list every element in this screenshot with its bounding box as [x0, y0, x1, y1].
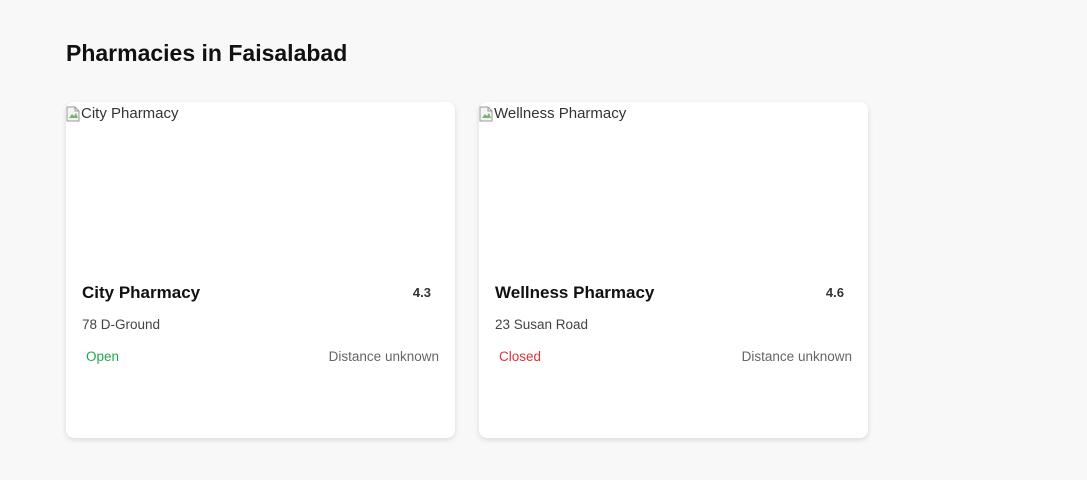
- image-alt-text: City Pharmacy: [81, 105, 179, 122]
- pharmacy-address: 78 D-Ground: [82, 317, 161, 332]
- page-title: Pharmacies in Faisalabad: [66, 40, 348, 66]
- pharmacy-grid: City Pharmacy City Pharmacy 4.3 78 D-Gro…: [66, 102, 868, 438]
- image-alt-text: Wellness Pharmacy: [494, 105, 627, 122]
- open-status: Open: [86, 349, 120, 364]
- pharmacy-distance: Distance unknown: [328, 349, 439, 364]
- pharmacy-image: Wellness Pharmacy: [479, 102, 868, 254]
- closed-status: Closed: [499, 349, 542, 364]
- page: Pharmacies in Faisalabad City Pharmacy C…: [0, 0, 1087, 480]
- pharmacy-card[interactable]: City Pharmacy City Pharmacy 4.3 78 D-Gro…: [66, 102, 455, 438]
- pharmacy-distance: Distance unknown: [741, 349, 852, 364]
- pharmacy-name: City Pharmacy: [82, 283, 201, 302]
- broken-image: City Pharmacy: [66, 105, 179, 122]
- broken-image: Wellness Pharmacy: [479, 105, 626, 122]
- pharmacy-rating: 4.6: [825, 285, 844, 300]
- pharmacy-name: Wellness Pharmacy: [495, 283, 655, 302]
- pharmacy-rating: 4.3: [412, 285, 431, 300]
- broken-image-icon: [66, 106, 80, 122]
- broken-image-icon: [479, 106, 493, 122]
- pharmacy-card[interactable]: Wellness Pharmacy Wellness Pharmacy 4.6 …: [479, 102, 868, 438]
- pharmacy-address: 23 Susan Road: [495, 317, 589, 332]
- pharmacy-image: City Pharmacy: [66, 102, 455, 254]
